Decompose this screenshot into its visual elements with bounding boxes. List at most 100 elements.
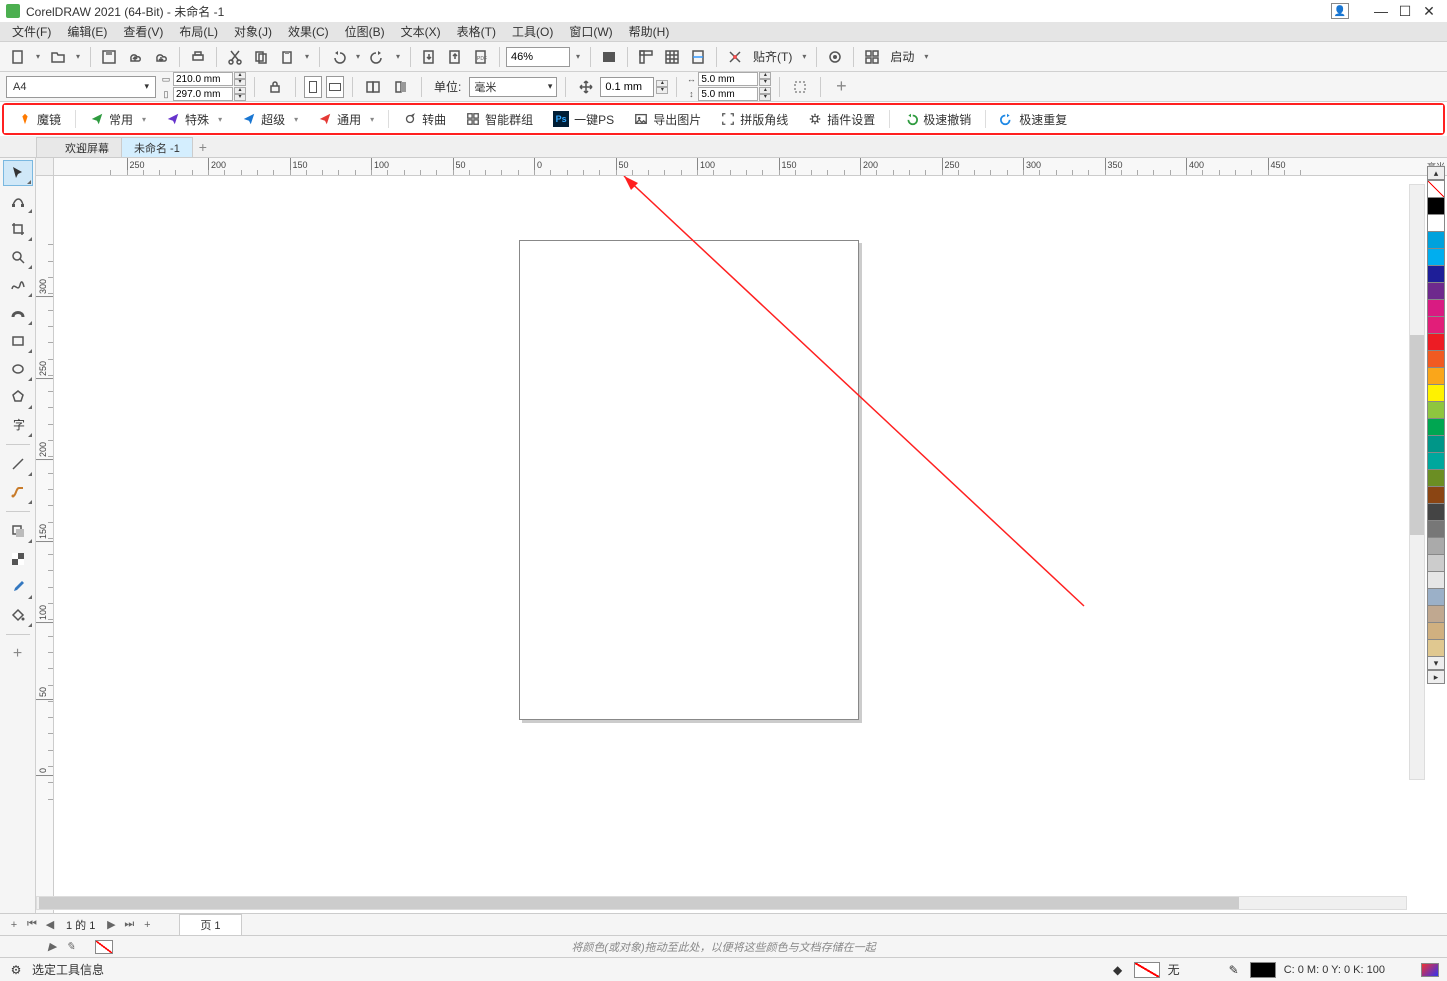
shape-tool[interactable]: [3, 188, 33, 214]
color-swatch[interactable]: [1427, 622, 1445, 640]
color-swatch[interactable]: [1427, 452, 1445, 470]
open-dropdown[interactable]: ▾: [72, 52, 84, 61]
unit-select[interactable]: 毫米▾: [469, 77, 557, 97]
rulers-button[interactable]: [634, 45, 658, 69]
color-swatch[interactable]: [1427, 418, 1445, 436]
page-add-button[interactable]: +: [6, 917, 22, 933]
width-down[interactable]: ▾: [234, 79, 246, 86]
palette-menu[interactable]: ▸: [1427, 670, 1445, 684]
snap-icon[interactable]: [723, 45, 747, 69]
dupx-input[interactable]: [698, 72, 758, 86]
document-palette-bar[interactable]: ▶ ✎ 将颜色(或对象)拖动至此处，以便将这些颜色与文档存储在一起: [0, 935, 1447, 957]
minimize-button[interactable]: —: [1369, 2, 1393, 20]
portrait-button[interactable]: [304, 76, 322, 98]
launch-label[interactable]: 启动: [886, 48, 918, 65]
export-pdf-button[interactable]: PDF: [469, 45, 493, 69]
connector-tool[interactable]: [3, 479, 33, 505]
color-swatch[interactable]: [1427, 503, 1445, 521]
color-swatch[interactable]: [1427, 248, 1445, 266]
canvas[interactable]: 毫米25020015010050050100150200250300350400…: [36, 158, 1447, 913]
lock-ratio-button[interactable]: [263, 75, 287, 99]
grid-button[interactable]: [660, 45, 684, 69]
color-swatch[interactable]: [1427, 537, 1445, 555]
dropshadow-tool[interactable]: [3, 518, 33, 544]
zoom-input[interactable]: [506, 47, 570, 67]
height-down[interactable]: ▾: [234, 94, 246, 101]
cloud-down-button[interactable]: [149, 45, 173, 69]
horizontal-scrollbar[interactable]: [36, 896, 1407, 910]
color-swatch[interactable]: [1427, 282, 1445, 300]
menu-layout[interactable]: 布局(L): [171, 21, 226, 42]
plugin-chajianset[interactable]: 插件设置: [800, 107, 883, 131]
import-button[interactable]: [417, 45, 441, 69]
paper-size-select[interactable]: A4▾: [6, 76, 156, 98]
treat-as-filled-button[interactable]: [788, 75, 812, 99]
current-page-button[interactable]: [389, 75, 413, 99]
polygon-tool[interactable]: [3, 384, 33, 410]
eyedropper-tool[interactable]: [3, 574, 33, 600]
close-button[interactable]: ✕: [1417, 2, 1441, 20]
add-tool-button[interactable]: +: [3, 641, 33, 667]
crop-tool[interactable]: [3, 216, 33, 242]
menu-table[interactable]: 表格(T): [449, 21, 504, 42]
undo-dropdown[interactable]: ▾: [352, 52, 364, 61]
drawing-area[interactable]: [54, 176, 1447, 913]
zoom-tool[interactable]: [3, 244, 33, 270]
plugin-pinbanjiaoxian[interactable]: 拼版角线: [713, 107, 796, 131]
color-swatch[interactable]: [1427, 384, 1445, 402]
menu-effects[interactable]: 效果(C): [280, 21, 337, 42]
snap-dropdown[interactable]: ▾: [798, 52, 810, 61]
color-swatch[interactable]: [1427, 367, 1445, 385]
color-swatch[interactable]: [1427, 469, 1445, 487]
hscroll-thumb[interactable]: [39, 897, 1239, 909]
plugin-tongyong[interactable]: 通用▾: [310, 107, 382, 131]
print-button[interactable]: [186, 45, 210, 69]
height-up[interactable]: ▴: [234, 87, 246, 94]
palette-scroll-up[interactable]: ▴: [1427, 166, 1445, 180]
page-width-input[interactable]: [173, 72, 233, 86]
nudge-input[interactable]: [600, 77, 654, 97]
color-swatch[interactable]: [1427, 554, 1445, 572]
plugin-changyong[interactable]: 常用▾: [82, 107, 154, 131]
ellipse-tool[interactable]: [3, 356, 33, 382]
color-swatch[interactable]: [1427, 197, 1445, 215]
page-height-input[interactable]: [173, 87, 233, 101]
launch-icon[interactable]: [860, 45, 884, 69]
tab-doc1[interactable]: 未命名 -1: [121, 137, 193, 157]
ruler-horizontal[interactable]: 毫米25020015010050050100150200250300350400…: [54, 158, 1447, 176]
plugin-chaoji[interactable]: 超级▾: [234, 107, 306, 131]
pick-tool[interactable]: [3, 160, 33, 186]
page-prev-button[interactable]: ◀: [42, 917, 58, 933]
menu-bitmap[interactable]: 位图(B): [337, 21, 393, 42]
color-swatch[interactable]: [1427, 333, 1445, 351]
redo-dropdown[interactable]: ▾: [392, 52, 404, 61]
page-last-button[interactable]: ⏭: [121, 917, 137, 933]
color-swatch[interactable]: [1427, 316, 1445, 334]
plugin-daochutupian[interactable]: 导出图片: [626, 107, 709, 131]
cloud-up-button[interactable]: [123, 45, 147, 69]
color-swatch[interactable]: [1427, 231, 1445, 249]
menu-file[interactable]: 文件(F): [4, 21, 59, 42]
status-fill-swatch[interactable]: [1134, 962, 1160, 978]
dupy-input[interactable]: [698, 87, 758, 101]
color-swatch[interactable]: [1427, 605, 1445, 623]
options-button[interactable]: [823, 45, 847, 69]
plugin-jisuchongfu[interactable]: 极速重复: [992, 107, 1075, 131]
undo-button[interactable]: [326, 45, 350, 69]
zoom-dropdown[interactable]: ▾: [572, 52, 584, 61]
nudge-up[interactable]: ▴: [656, 80, 668, 87]
paste-button[interactable]: [275, 45, 299, 69]
all-pages-button[interactable]: [361, 75, 385, 99]
color-swatch[interactable]: [1427, 588, 1445, 606]
vscroll-thumb[interactable]: [1410, 335, 1424, 535]
status-fill-icon[interactable]: ◆: [1110, 962, 1126, 978]
menu-tools[interactable]: 工具(O): [504, 21, 561, 42]
paste-dropdown[interactable]: ▾: [301, 52, 313, 61]
fullscreen-button[interactable]: [597, 45, 621, 69]
fill-tool[interactable]: [3, 602, 33, 628]
snap-label[interactable]: 贴齐(T): [749, 48, 796, 65]
line-tool[interactable]: [3, 451, 33, 477]
tab-welcome[interactable]: ⌂欢迎屏幕: [36, 137, 122, 157]
vertical-scrollbar[interactable]: [1409, 184, 1425, 780]
open-button[interactable]: [46, 45, 70, 69]
